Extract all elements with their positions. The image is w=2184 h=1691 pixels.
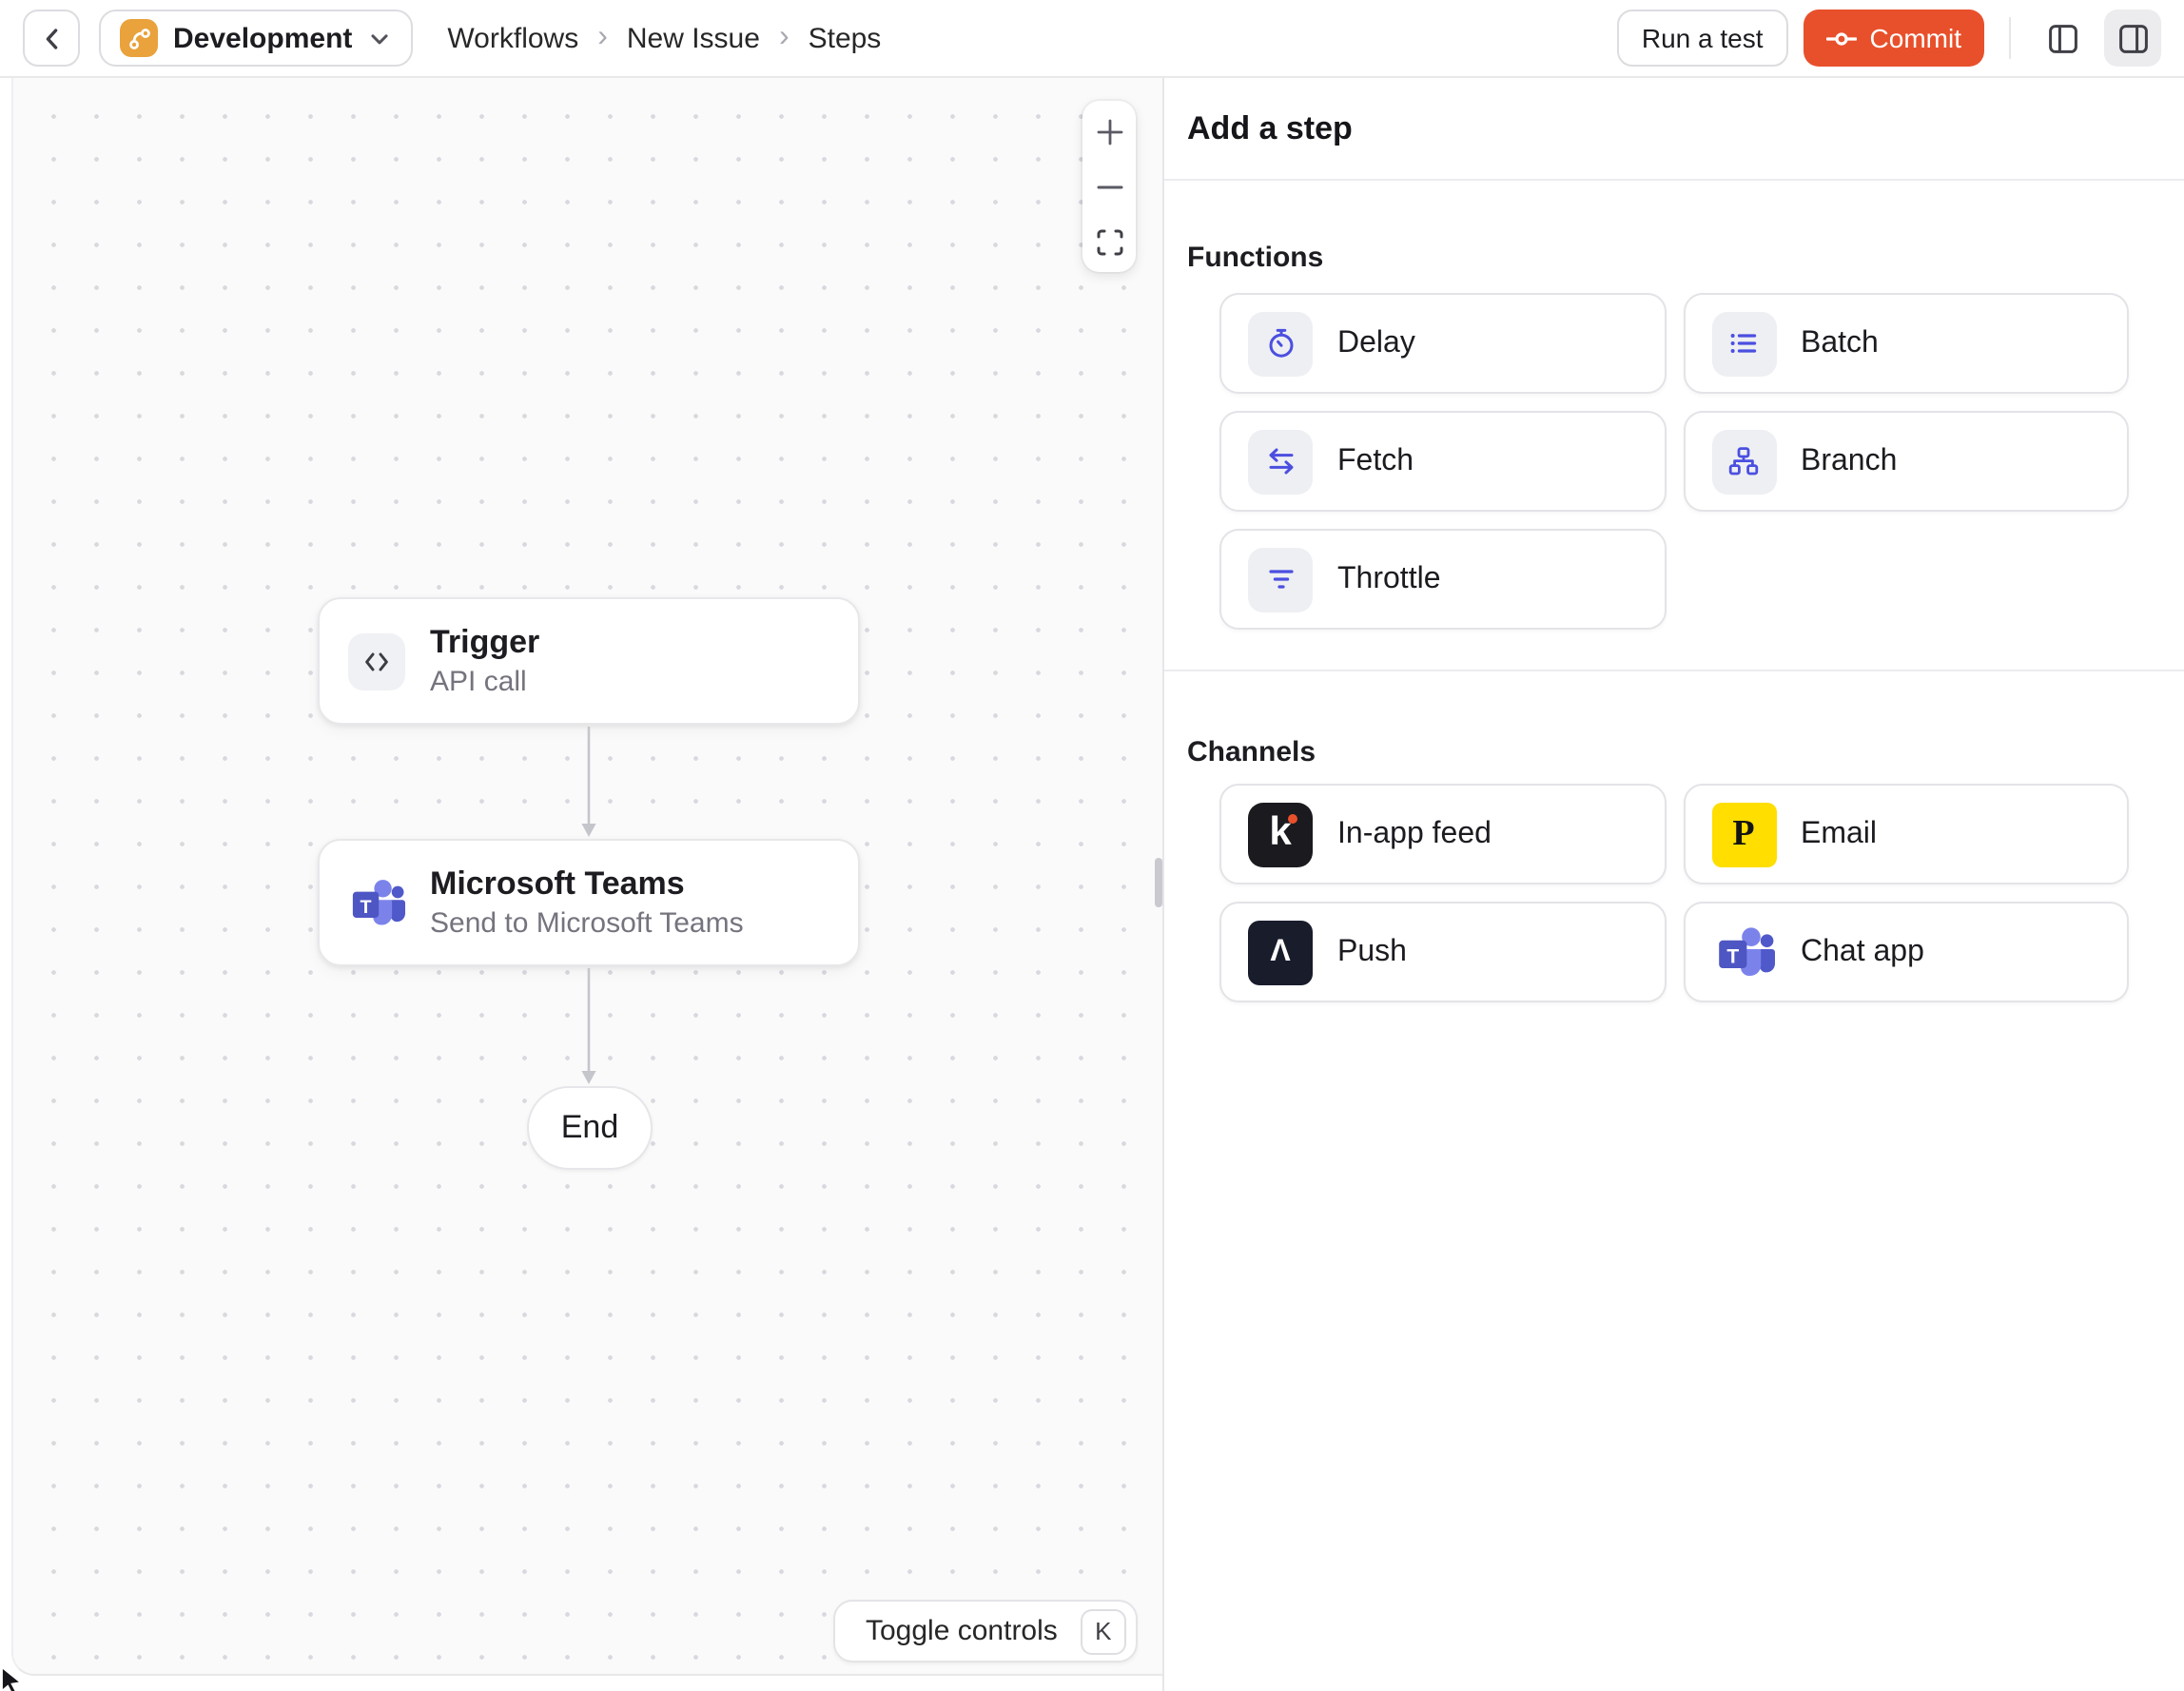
code-icon [348,632,405,690]
end-node[interactable]: End [527,1086,653,1170]
panel-title: Add a step [1164,78,2184,181]
step-option-label: Delay [1337,326,1415,359]
chevron-down-icon [367,26,392,50]
step-option-label: Branch [1801,444,1898,476]
step-option-branch[interactable]: Branch [1683,411,2129,512]
zoom-out-button[interactable] [1094,171,1124,202]
microsoft-teams-icon [348,874,405,931]
swap-arrows-icon [1248,429,1313,494]
step-option-batch[interactable]: Batch [1683,293,2129,394]
panel-left-icon [2046,22,2078,54]
fit-view-icon [1095,227,1123,256]
step-option-label: Batch [1801,326,1879,359]
channels-grid: k In-app feed P Email Λ Push Chat app [1219,784,2129,1002]
step-option-label: Email [1801,817,1878,849]
step-option-delay[interactable]: Delay [1219,293,1666,394]
commit-button[interactable]: Commit [1803,10,1984,67]
git-branch-icon [120,19,158,57]
connector-arrow [581,727,596,837]
run-a-test-button[interactable]: Run a test [1616,10,1788,67]
minus-icon [1095,172,1123,201]
step-option-label: Chat app [1801,935,1924,967]
breadcrumb-separator-icon: › [778,21,790,53]
org-chart-icon [1711,429,1776,494]
connector-arrow [581,968,596,1084]
teams-node-subtitle: Send to Microsoft Teams [430,906,744,940]
push-caret-icon: Λ [1248,920,1313,984]
step-option-label: Fetch [1337,444,1414,476]
channels-heading: Channels [1187,736,1316,768]
panel-resize-handle[interactable] [1155,858,1162,907]
step-option-chat-app[interactable]: Chat app [1683,902,2129,1002]
microsoft-teams-icon [1711,920,1776,984]
toolbar-divider [2009,17,2011,59]
add-step-panel: Add a step Functions Delay Batch Fetch B… [1162,78,2184,1691]
git-commit-icon [1825,28,1857,49]
fit-view-button[interactable] [1094,226,1124,257]
step-option-label: Throttle [1337,562,1441,594]
keyboard-shortcut-badge: K [1080,1608,1126,1654]
back-button[interactable] [23,10,80,67]
step-option-throttle[interactable]: Throttle [1219,529,1666,630]
breadcrumb-workflows[interactable]: Workflows [447,22,578,54]
zoom-in-button[interactable] [1094,116,1124,146]
toggle-controls-button[interactable]: Toggle controls K [833,1600,1138,1662]
step-option-push[interactable]: Λ Push [1219,902,1666,1002]
list-icon [1711,311,1776,376]
section-divider [1164,670,2184,671]
trigger-node[interactable]: Trigger API call [318,597,860,725]
postmark-letter: P [1732,813,1755,853]
teams-node-title: Microsoft Teams [430,865,685,902]
push-letter: Λ [1270,935,1291,967]
breadcrumb: Workflows › New Issue › Steps [447,22,881,54]
workflow-canvas[interactable]: Trigger API call Microsoft Teams Send to… [11,78,1162,1676]
top-bar-actions: Run a test Commit [1616,10,2161,67]
knock-icon: k [1248,802,1313,866]
top-bar: Development Workflows › New Issue › Step… [0,0,2184,78]
filter-lines-icon [1248,547,1313,612]
functions-grid: Delay Batch Fetch Branch Throttle [1219,293,2129,630]
breadcrumb-steps: Steps [808,22,882,54]
step-option-email[interactable]: P Email [1683,784,2129,884]
environment-label: Development [173,22,353,54]
chevron-left-icon [37,24,66,52]
postmark-icon: P [1711,802,1776,866]
step-option-label: Push [1337,935,1407,967]
step-option-in-app-feed[interactable]: k In-app feed [1219,784,1666,884]
toggle-left-panel-button[interactable] [2036,11,2089,65]
plus-icon [1095,117,1123,146]
knock-dot [1288,813,1297,823]
panel-right-icon [2116,22,2149,54]
toggle-controls-label: Toggle controls [866,1615,1058,1647]
canvas-zoom-controls [1082,101,1136,272]
trigger-node-subtitle: API call [430,665,527,698]
toggle-right-panel-button[interactable] [2104,10,2161,67]
breadcrumb-separator-icon: › [597,21,608,53]
step-option-fetch[interactable]: Fetch [1219,411,1666,512]
trigger-node-title: Trigger [430,623,540,660]
environment-selector[interactable]: Development [99,10,414,67]
commit-label: Commit [1869,23,1961,53]
timer-icon [1248,311,1313,376]
functions-heading: Functions [1187,242,1324,274]
microsoft-teams-node[interactable]: Microsoft Teams Send to Microsoft Teams [318,839,860,966]
workflow-editor-window: Development Workflows › New Issue › Step… [0,0,2184,1691]
step-option-label: In-app feed [1337,817,1492,849]
breadcrumb-new-issue[interactable]: New Issue [627,22,760,54]
